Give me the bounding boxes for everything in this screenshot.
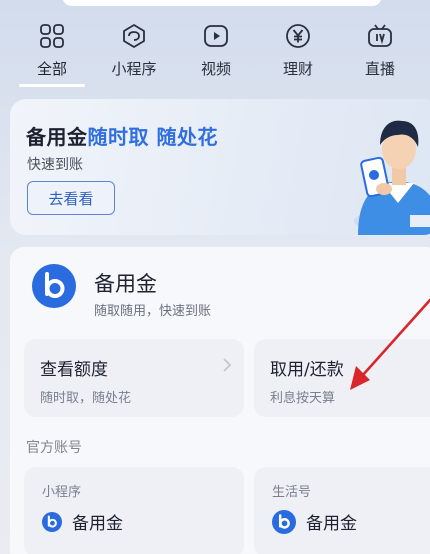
tile-subtitle: 随时取，随处花 — [40, 391, 132, 406]
account-row: 备用金 — [272, 509, 357, 534]
service-card: 备用金 随取随用，快速到账 查看额度 随时取，随处花 取用/还款 利息按天算 官… — [10, 247, 430, 554]
tile-title: 查看额度 — [40, 360, 108, 380]
account-name: 备用金 — [72, 514, 123, 534]
tab-label: 全部 — [36, 60, 67, 78]
search-bar[interactable] — [62, 0, 382, 6]
promo-illustration — [354, 120, 430, 235]
tab-label: 理财 — [282, 60, 313, 78]
promo-go-button[interactable]: 去看看 — [27, 181, 115, 215]
beiyongjin-logo-icon — [272, 509, 296, 534]
tab-video[interactable]: 视频 — [176, 20, 256, 94]
promo-title: 备用金随时取 随处花 — [26, 121, 218, 150]
tab-all[interactable]: 全部 — [12, 20, 92, 94]
tab-mini-programs[interactable]: 小程序 — [94, 20, 174, 94]
tab-finance[interactable]: 理财 — [258, 20, 338, 94]
beiyongjin-logo-icon[interactable] — [32, 264, 76, 308]
chevron-right-icon — [223, 358, 232, 372]
live-tv-icon — [366, 22, 394, 50]
tab-live[interactable]: 直播 — [340, 20, 420, 94]
account-row: 备用金 — [42, 509, 123, 534]
account-type: 生活号 — [272, 485, 312, 500]
service-name[interactable]: 备用金 — [94, 268, 157, 298]
official-accounts-label: 官方账号 — [26, 440, 82, 456]
video-play-icon — [202, 22, 230, 50]
promo-banner[interactable]: 备用金随时取 随处花 快速到账 去看看 — [10, 99, 430, 235]
view-credit-limit-button[interactable]: 查看额度 随时取，随处花 — [24, 339, 244, 417]
promo-title-slogan: 随时取 随处花 — [87, 125, 218, 149]
beiyongjin-logo-icon — [42, 511, 62, 532]
official-account-life-account[interactable]: 生活号 备用金 — [254, 467, 430, 554]
tab-label: 视频 — [200, 60, 231, 78]
promo-title-product: 备用金 — [26, 125, 88, 149]
account-name: 备用金 — [306, 514, 357, 534]
official-account-mini-program[interactable]: 小程序 备用金 — [24, 467, 244, 554]
mini-program-icon — [120, 22, 148, 50]
service-description: 随取随用，快速到账 — [94, 304, 212, 319]
active-tab-indicator — [19, 84, 85, 87]
account-type: 小程序 — [42, 485, 82, 500]
category-tabs: 全部 小程序 视频 理财 直播 — [0, 20, 430, 94]
tab-label: 直播 — [364, 60, 395, 78]
tile-subtitle: 利息按天算 — [270, 391, 336, 406]
tile-title: 取用/还款 — [270, 360, 344, 380]
tab-label: 小程序 — [111, 60, 157, 78]
promo-subtitle: 快速到账 — [27, 157, 83, 173]
grid-icon — [38, 22, 66, 50]
yen-coin-icon — [284, 22, 312, 50]
withdraw-repay-button[interactable]: 取用/还款 利息按天算 — [254, 339, 430, 417]
